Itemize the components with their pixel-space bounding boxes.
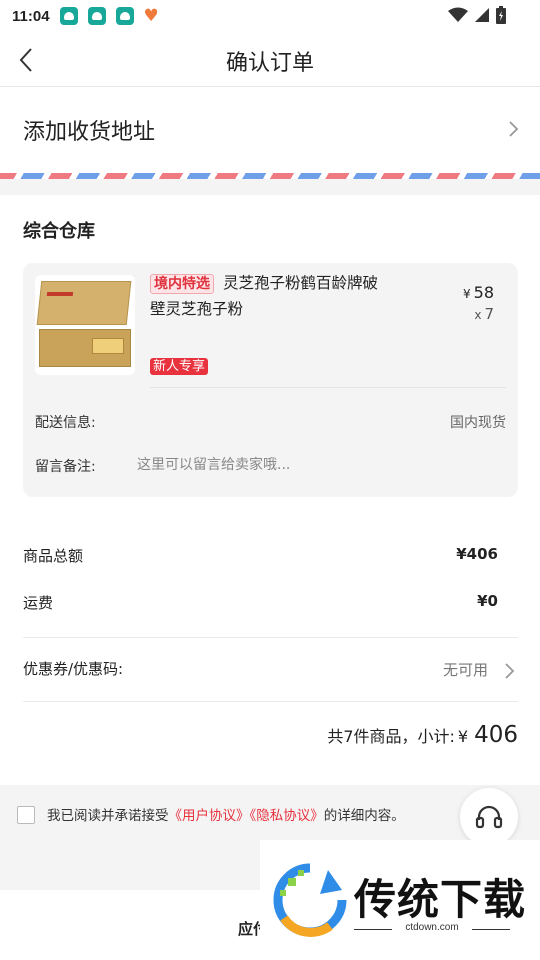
coupon-value: 无可用 (442, 661, 488, 679)
notification-app-icon (115, 7, 134, 25)
product-box-graphic (36, 281, 132, 325)
delivery-label: 配送信息: (35, 415, 96, 431)
status-time: 11:04 (12, 7, 50, 25)
quantity-symbol: x (474, 308, 482, 322)
subtotal-prefix: 共7件商品，小计: (327, 727, 455, 746)
price-currency: ¥ (463, 287, 471, 301)
customer-service-button[interactable] (460, 788, 518, 846)
subtotal: 共7件商品，小计: ¥ 406 (327, 722, 518, 748)
coupon-row[interactable]: 优惠券/优惠码: 无可用 (23, 658, 518, 682)
shipping-label: 运费 (23, 594, 54, 612)
watermark-title: 传统下载 (354, 875, 527, 924)
domestic-select-tag: 境内特选 (150, 274, 214, 294)
quantity-value: 7 (484, 305, 494, 323)
wifi-icon (448, 7, 468, 22)
remark-label: 留言备注: (35, 459, 96, 475)
agreement-prefix: 我已阅读并承诺接受 (47, 808, 169, 824)
nav-bar: 确认订单 (0, 32, 540, 87)
user-agreement-link[interactable]: 《用户协议》 (169, 808, 250, 824)
signal-icon (475, 8, 489, 22)
divider (23, 637, 518, 638)
battery-icon (496, 6, 506, 24)
subtotal-currency: ¥ (457, 727, 469, 746)
order-card: 灵芝孢子粉鹤百龄牌破壁灵芝孢子粉 境内特选 ¥58 x7 新人专享 配送信息: … (23, 263, 518, 497)
watermark-url: ctdown.com (354, 922, 510, 933)
goods-total-label: 商品总额 (23, 547, 84, 565)
shipping-row: 运费 ¥0 (23, 592, 498, 613)
agreement-suffix: 的详细内容。 (323, 808, 405, 824)
new-user-badge: 新人专享 (150, 358, 209, 375)
delivery-value: 国内现货 (450, 415, 506, 431)
section-separator (0, 179, 540, 195)
warehouse-title: 综合仓库 (23, 221, 95, 242)
goods-total-value: ¥406 (456, 545, 498, 563)
add-address-label: 添加收货地址 (23, 120, 156, 145)
chevron-right-icon (505, 663, 515, 679)
add-address-row[interactable]: 添加收货地址 (0, 88, 540, 172)
notification-app-icon (87, 7, 106, 25)
shipping-value: ¥0 (477, 592, 498, 610)
product-image[interactable] (35, 275, 135, 375)
notification-app-icon (59, 7, 78, 25)
remark-input[interactable] (137, 452, 437, 478)
chevron-right-icon (509, 121, 519, 137)
privacy-policy-link[interactable]: 《隐私协议》 (250, 808, 324, 824)
subtotal-amount: 406 (474, 722, 518, 748)
product-price: ¥58 (463, 283, 494, 302)
agreement-checkbox[interactable] (17, 806, 35, 824)
headset-icon (475, 805, 503, 829)
heart-icon: ♥ (143, 6, 159, 26)
page-title: 确认订单 (225, 51, 314, 76)
goods-total-row: 商品总额 ¥406 (23, 545, 498, 566)
divider (23, 701, 518, 702)
product-box-graphic (39, 329, 131, 367)
watermark-logo (273, 863, 347, 937)
system-status-icons (448, 6, 506, 24)
divider (150, 387, 506, 388)
agreement-text: 我已阅读并承诺接受《用户协议》《隐私协议》的详细内容。 (47, 804, 405, 824)
coupon-label: 优惠券/优惠码: (23, 660, 124, 678)
price-value: 58 (473, 283, 494, 302)
watermark: 传统下载 ctdown.com (260, 840, 540, 960)
product-quantity: x7 (474, 305, 494, 323)
status-bar: 11:04 ♥ (0, 0, 540, 32)
